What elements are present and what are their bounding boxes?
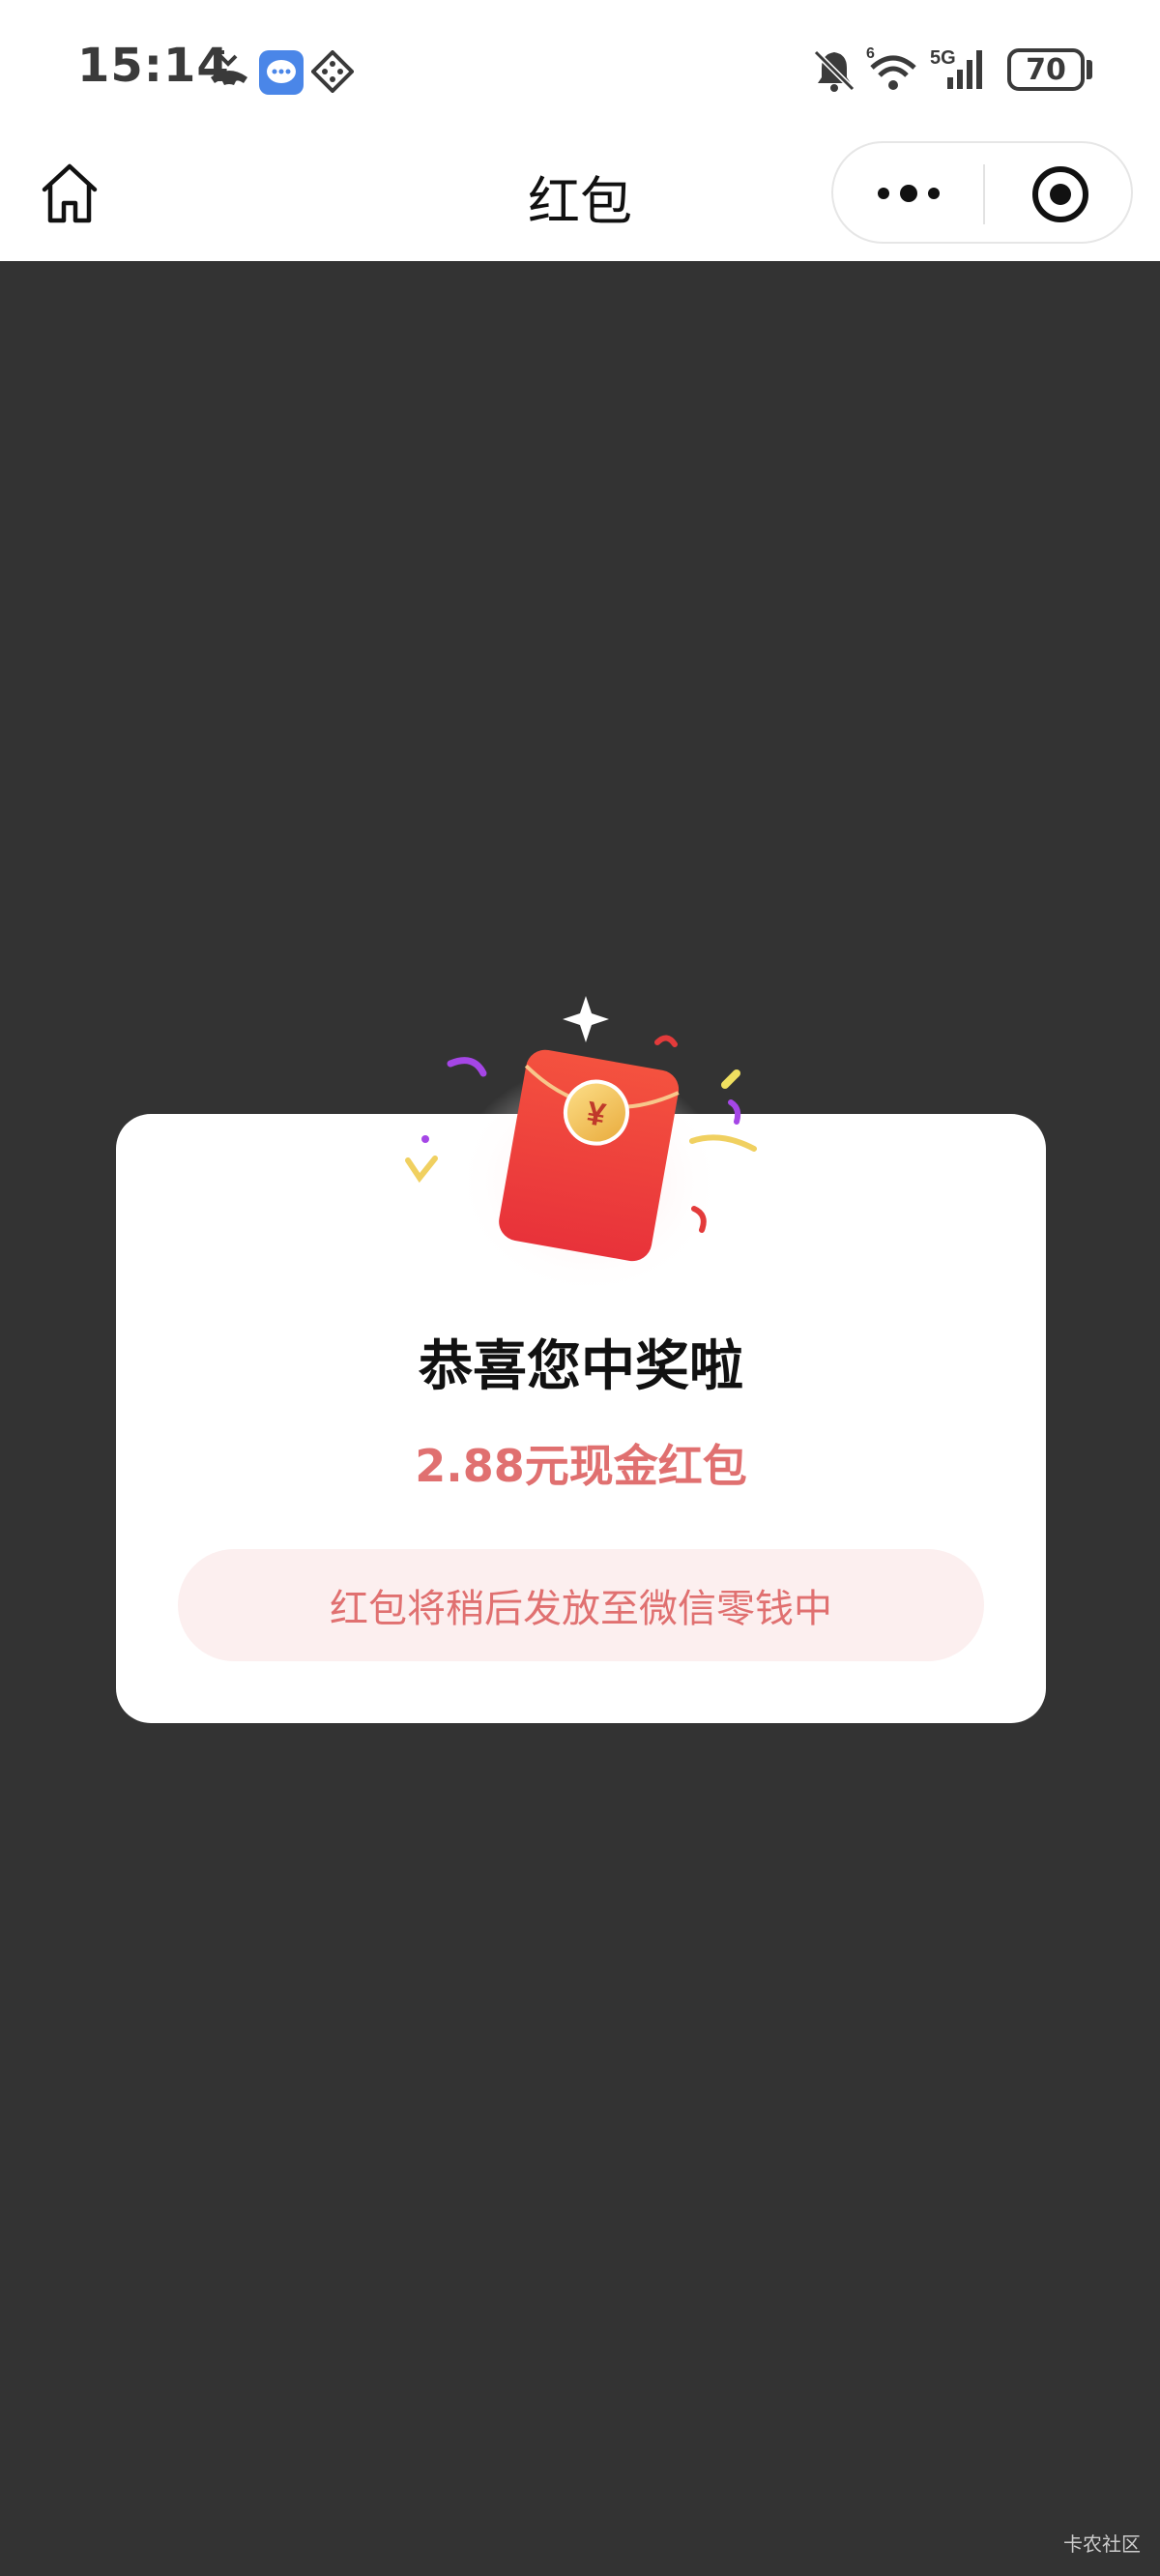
svg-text:6: 6 bbox=[866, 45, 875, 62]
mute-bell-icon bbox=[812, 48, 856, 97]
battery-indicator: 70 bbox=[1007, 48, 1085, 91]
close-target-icon bbox=[1032, 166, 1088, 222]
prize-amount: 2.88元现金红包 bbox=[415, 1440, 747, 1492]
payout-notice: 红包将稍后发放至微信零钱中 bbox=[178, 1549, 984, 1661]
screen: 15:14 6 5G 70 红包 ¥ 恭喜您中奖啦 2.88元现金红包 红包将稍… bbox=[0, 0, 1160, 2576]
close-button[interactable] bbox=[1030, 164, 1090, 224]
red-envelope-illustration: ¥ bbox=[387, 977, 793, 1296]
payout-notice-text: 红包将稍后发放至微信零钱中 bbox=[330, 1587, 832, 1631]
missed-call-icon bbox=[207, 44, 251, 97]
more-button[interactable] bbox=[876, 178, 942, 209]
more-dots-icon bbox=[878, 185, 940, 202]
wifi-icon: 6 bbox=[866, 44, 920, 97]
battery-tip bbox=[1087, 60, 1092, 79]
app-grid-icon bbox=[310, 49, 355, 97]
nav-bar: 红包 bbox=[0, 135, 1160, 261]
svg-text:5G: 5G bbox=[930, 47, 956, 69]
battery-level: 70 bbox=[1026, 52, 1066, 87]
watermark: 卡农社区 bbox=[1063, 2532, 1141, 2556]
capsule-divider bbox=[983, 164, 985, 224]
message-app-icon bbox=[259, 50, 304, 99]
mini-program-capsule bbox=[831, 141, 1133, 244]
congratulations-title: 恭喜您中奖啦 bbox=[419, 1335, 743, 1398]
status-bar: 15:14 6 5G 70 bbox=[0, 0, 1160, 135]
5g-signal-icon: 5G bbox=[930, 44, 994, 97]
